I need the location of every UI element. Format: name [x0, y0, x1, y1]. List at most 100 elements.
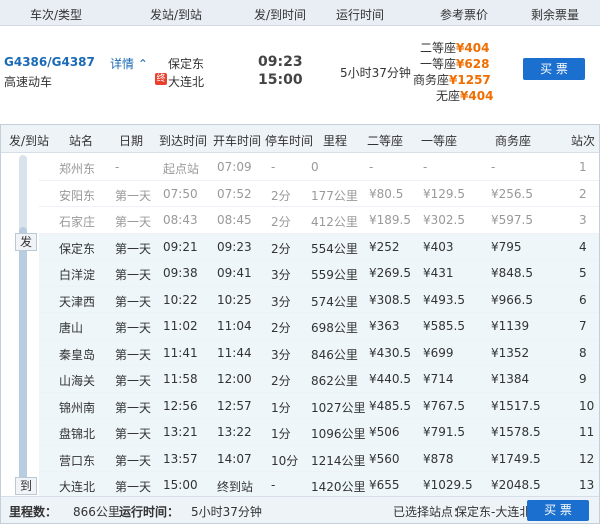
stop-mileage: 554公里	[311, 241, 358, 256]
stop-date: 第一天	[115, 480, 152, 494]
first-class-price: ¥403	[423, 239, 454, 254]
arrival-time: 09:38	[163, 266, 198, 280]
stop-number: 11	[579, 425, 595, 439]
summary-book-button[interactable]: 买 票	[527, 500, 589, 521]
terminal-station-icon: 终	[155, 73, 167, 85]
second-class-price: ¥560	[369, 451, 400, 466]
col-price: 参考票价	[440, 8, 489, 22]
col-date: 日期	[119, 134, 144, 148]
stops-list: 郑州东 - 起点站 07:09-0- - -1 安阳东 第一天 07:50 07:52 2分 177公…	[39, 154, 599, 499]
arrival-time: 08:43	[163, 213, 198, 227]
business-class-price: ¥256.5	[491, 186, 533, 201]
stay-time: 1分	[271, 400, 291, 415]
stop-date: 第一天	[115, 453, 152, 468]
col-train: 车次/类型	[30, 8, 83, 22]
stop-mileage: 559公里	[311, 268, 358, 282]
stay-time: 2分	[271, 321, 291, 335]
second-class-price: ¥189.5	[369, 213, 411, 227]
stay-time: 2分	[271, 215, 291, 229]
stop-mileage: 862公里	[311, 374, 358, 388]
stop-number: 10	[579, 398, 595, 413]
stop-date: 第一天	[115, 188, 152, 203]
stop-mileage: 574公里	[311, 294, 358, 309]
departure-time: 13:22	[217, 425, 252, 439]
second-class-price: ¥655	[369, 478, 400, 492]
business-class-price: ¥1352	[491, 345, 530, 360]
station-name: 安阳东	[59, 188, 96, 203]
first-class-price: ¥791.5	[423, 425, 465, 439]
summary-bar: 里程数： 866公里 运行时间： 5小时37分钟 已选择站点： 保定东-大连北 …	[1, 496, 599, 523]
depart-tag: 发	[15, 233, 37, 251]
stop-date: 第一天	[115, 215, 152, 229]
stops-header: 发/到站 站名 日期 到达时间 开车时间 停车时间 里程 二等座 一等座 商务座…	[1, 125, 599, 153]
col-arrival: 到达时间	[159, 134, 208, 148]
stop-number: 5	[579, 266, 587, 280]
price-label: 二等座	[420, 41, 457, 55]
first-class-price: ¥129.5	[423, 186, 465, 201]
first-class-price: ¥1029.5	[423, 478, 473, 492]
business-class-price: ¥966.5	[491, 292, 533, 307]
stop-date: 第一天	[115, 427, 152, 441]
stop-number: 7	[579, 319, 587, 333]
stop-number: 9	[579, 372, 587, 386]
arrive-time: 15:00	[258, 72, 303, 88]
stop-mileage: 412公里	[311, 215, 358, 229]
detail-toggle[interactable]: 详情 ⌃	[110, 55, 148, 72]
stop-row: 天津西 第一天 10:22 10:25 3分 574公里 ¥308.5 ¥493.5 ¥966.…	[39, 286, 599, 313]
price-label: 一等座	[420, 57, 457, 71]
results-header: 车次/类型 发站/到站 发/到时间 运行时间 参考票价 剩余票量	[0, 0, 600, 26]
departure-time: 12:00	[217, 372, 252, 386]
stop-mileage: 1027公里	[311, 400, 366, 415]
departure-time: 09:41	[217, 266, 252, 280]
stop-number: 2	[579, 186, 587, 201]
stay-time: 1分	[271, 427, 291, 441]
arrival-time: 12:56	[163, 398, 198, 413]
time-label: 运行时间：	[119, 505, 180, 519]
stay-time: 2分	[271, 188, 291, 203]
book-ticket-button[interactable]: 买 票	[523, 58, 585, 80]
station-name: 保定东	[59, 241, 96, 256]
station-name: 山海关	[59, 374, 96, 388]
first-class-price: ¥585.5	[423, 319, 465, 333]
stop-number: 12	[579, 451, 595, 466]
first-class-price: ¥493.5	[423, 292, 465, 307]
price-value: ¥404	[456, 41, 490, 55]
selected-route-rail	[19, 227, 27, 493]
train-type: 高速动车	[4, 75, 53, 89]
stop-row: 锦州南 第一天 12:56 12:57 1分 1027公里 ¥485.5 ¥767.5 ¥151…	[39, 392, 599, 419]
station-name: 盘锦北	[59, 427, 96, 441]
business-class-price: ¥1749.5	[491, 451, 541, 466]
col-station-name: 站名	[69, 134, 94, 148]
second-class-price: ¥80.5	[369, 186, 404, 201]
second-class-price: ¥269.5	[369, 266, 411, 280]
col-departure: 开车时间	[213, 134, 262, 148]
departure-time: 14:07	[217, 451, 252, 466]
train-code[interactable]: G4386/G4387	[4, 55, 95, 69]
train-result-row: G4386/G4387 详情 ⌃ 高速动车 保定东 终 大连北 09:23 15…	[0, 26, 600, 124]
first-class-price: ¥431	[423, 266, 454, 280]
stop-row: 石家庄 第一天 08:43 08:45 2分 412公里 ¥189.5 ¥302.5 ¥597.…	[39, 207, 599, 234]
stop-number: 8	[579, 345, 587, 360]
stop-date: 第一天	[115, 294, 152, 309]
business-class-price: ¥597.5	[491, 213, 533, 227]
price-value: ¥1257	[449, 73, 491, 87]
stop-mileage: 1214公里	[311, 453, 366, 468]
col-time: 发/到时间	[254, 8, 307, 22]
second-class-price: ¥252	[369, 239, 400, 254]
arrival-time: 13:57	[163, 451, 198, 466]
arrival-time: 09:21	[163, 239, 198, 254]
stop-number: 13	[579, 478, 595, 492]
stop-row: 保定东 第一天 09:21 09:23 2分 554公里 ¥252 ¥403 ¥795 4	[39, 233, 599, 260]
stay-time: -	[271, 478, 276, 492]
business-class-price: ¥1517.5	[491, 398, 541, 413]
stop-number: 1	[579, 160, 587, 174]
arrival-time: 10:22	[163, 292, 198, 307]
business-class-price: ¥1384	[491, 372, 530, 386]
station-name: 白洋淀	[59, 268, 96, 282]
first-class-price: ¥767.5	[423, 398, 465, 413]
station-name: 郑州东	[59, 162, 96, 176]
station-name: 锦州南	[59, 400, 96, 415]
second-class-price: ¥485.5	[369, 398, 411, 413]
price-label: 商务座	[413, 73, 450, 87]
col-first-class: 一等座	[421, 134, 458, 148]
